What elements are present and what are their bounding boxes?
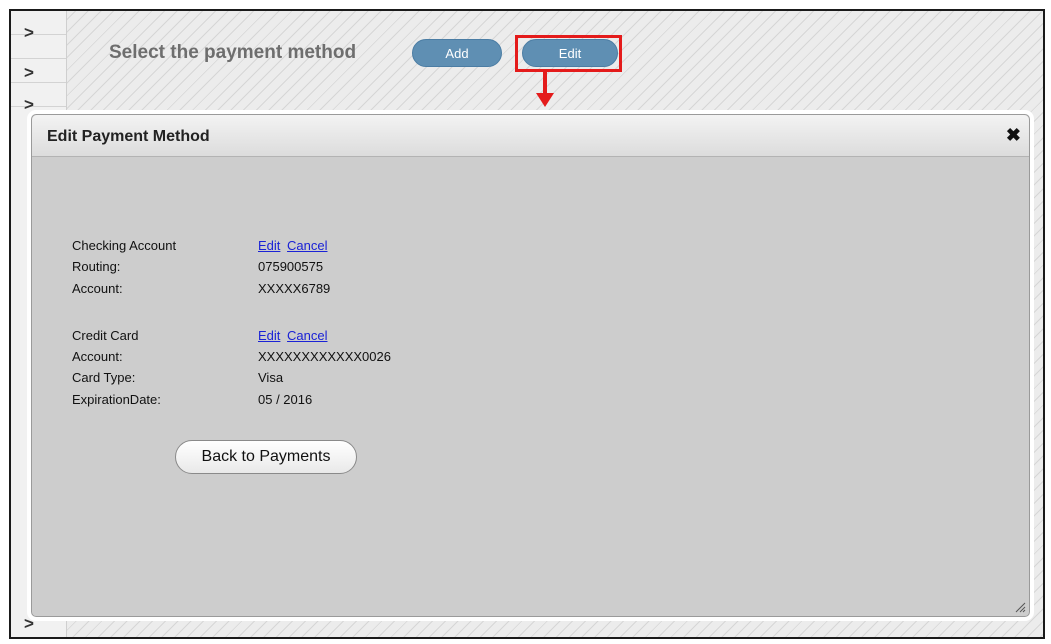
dialog-header: Edit Payment Method ✖: [32, 115, 1029, 157]
card-type-value: Visa: [258, 370, 284, 385]
arrow-down-icon-head: [536, 93, 554, 107]
checking-account-label: Checking Account: [72, 238, 177, 253]
expiration-value: 05 / 2016: [258, 392, 313, 407]
add-button[interactable]: Add: [412, 39, 502, 67]
close-icon[interactable]: ✖: [1006, 126, 1021, 144]
checking-edit-link[interactable]: Edit: [258, 238, 280, 253]
routing-label: Routing:: [72, 259, 121, 274]
credit-edit-link[interactable]: Edit: [258, 328, 280, 343]
chevron-right-icon[interactable]: >: [19, 614, 39, 634]
card-type-label: Card Type:: [72, 370, 136, 385]
credit-account-value: XXXXXXXXXXXX0026: [258, 349, 391, 364]
resize-grip-icon[interactable]: [1014, 601, 1026, 613]
routing-value: 075900575: [258, 259, 324, 274]
checking-account-number-label: Account:: [72, 281, 123, 296]
chevron-right-icon[interactable]: >: [19, 63, 39, 83]
chevron-right-icon[interactable]: >: [19, 95, 39, 115]
app-frame: > > > > Select the payment method Add Ed…: [9, 9, 1045, 639]
checking-actions: Edit Cancel: [258, 238, 328, 253]
chevron-right-icon[interactable]: >: [19, 23, 39, 43]
edit-payment-dialog: Edit Payment Method ✖ Checking Account E…: [27, 110, 1034, 621]
credit-cancel-link[interactable]: Cancel: [287, 328, 327, 343]
dialog-title: Edit Payment Method: [47, 128, 210, 145]
expiration-label: ExpirationDate:: [72, 392, 161, 407]
checking-account-number-value: XXXXX6789: [258, 281, 331, 296]
back-to-payments-button[interactable]: Back to Payments: [175, 440, 357, 474]
arrow-down-icon: [543, 72, 547, 94]
page-title: Select the payment method: [109, 42, 357, 63]
credit-actions: Edit Cancel: [258, 328, 328, 343]
credit-card-label: Credit Card: [72, 328, 139, 343]
credit-account-label: Account:: [72, 349, 123, 364]
checking-cancel-link[interactable]: Cancel: [287, 238, 327, 253]
edit-button-highlight: [515, 35, 622, 72]
